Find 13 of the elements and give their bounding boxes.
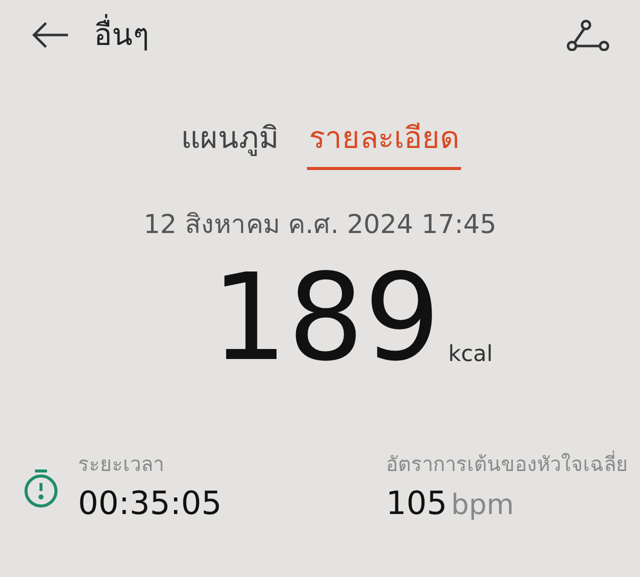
stat-label: อัตราการเต้นของหัวใจเฉลี่ย bbox=[386, 450, 628, 478]
share-icon[interactable] bbox=[566, 19, 610, 51]
stat-label: ระยะเวลา bbox=[78, 451, 165, 478]
tab[interactable]: แผนภูมิ bbox=[179, 116, 281, 170]
date-time: 12 สิงหาคม ค.ศ. 2024 17:45 bbox=[144, 209, 496, 242]
back-arrow-icon[interactable] bbox=[30, 21, 70, 49]
stat-value: 00:35:05 bbox=[78, 483, 222, 524]
calorie-value: 189 bbox=[211, 259, 440, 379]
stopwatch-icon bbox=[22, 468, 60, 508]
calorie-unit: kcal bbox=[448, 341, 493, 369]
page-title: อื่นๆ bbox=[94, 12, 149, 58]
stat-unit: bpm bbox=[451, 487, 514, 523]
stat-value: 105 bbox=[386, 483, 448, 524]
